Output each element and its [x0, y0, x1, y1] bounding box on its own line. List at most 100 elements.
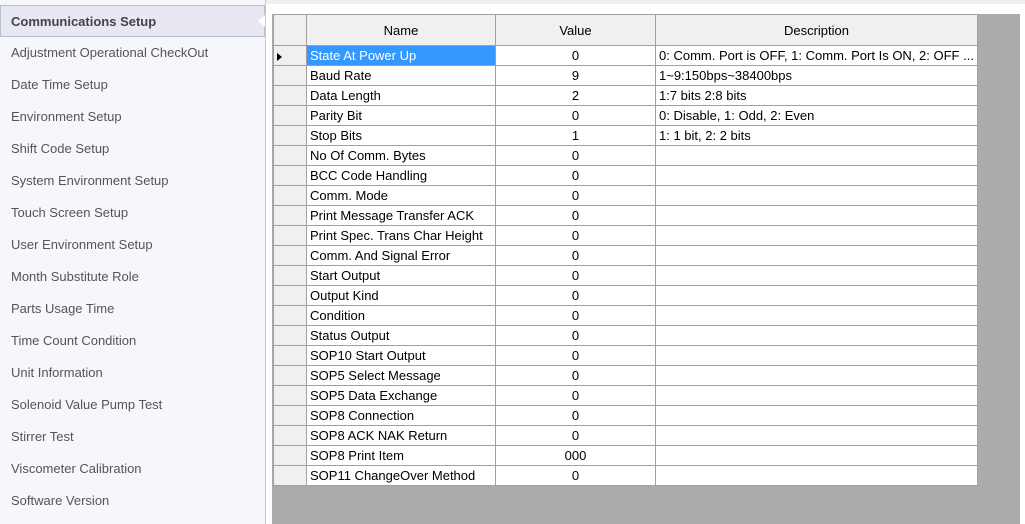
row-header[interactable]	[273, 185, 307, 206]
cell-value[interactable]: 2	[495, 85, 656, 106]
sidebar-item[interactable]: Adjustment Operational CheckOut	[0, 37, 265, 69]
row-header[interactable]	[273, 45, 307, 66]
cell-value[interactable]: 0	[495, 165, 656, 186]
sidebar-item[interactable]: Unit Information	[0, 357, 265, 389]
cell-description[interactable]	[655, 345, 978, 366]
table-row[interactable]: Baud Rate 9 1~9:150bps~38400bps	[273, 65, 978, 86]
cell-name[interactable]: Parity Bit	[306, 105, 496, 126]
table-row[interactable]: Comm. And Signal Error 0	[273, 245, 978, 266]
row-header[interactable]	[273, 245, 307, 266]
table-row[interactable]: Stop Bits 1 1: 1 bit, 2: 2 bits	[273, 125, 978, 146]
cell-name[interactable]: Comm. Mode	[306, 185, 496, 206]
column-header-value[interactable]: Value	[495, 14, 656, 46]
cell-description[interactable]	[655, 385, 978, 406]
sidebar-item[interactable]: Environment Setup	[0, 101, 265, 133]
sidebar-item[interactable]: Solenoid Value Pump Test	[0, 389, 265, 421]
table-row[interactable]: Condition 0	[273, 305, 978, 326]
row-header[interactable]	[273, 425, 307, 446]
cell-value[interactable]: 0	[495, 205, 656, 226]
cell-description[interactable]: 1: 1 bit, 2: 2 bits	[655, 125, 978, 146]
cell-name[interactable]: Stop Bits	[306, 125, 496, 146]
cell-description[interactable]	[655, 445, 978, 466]
cell-description[interactable]	[655, 145, 978, 166]
cell-name[interactable]: SOP8 Connection	[306, 405, 496, 426]
cell-name[interactable]: Condition	[306, 305, 496, 326]
cell-name[interactable]: SOP8 Print Item	[306, 445, 496, 466]
cell-name[interactable]: Output Kind	[306, 285, 496, 306]
cell-name[interactable]: Data Length	[306, 85, 496, 106]
row-header[interactable]	[273, 145, 307, 166]
cell-value[interactable]: 0	[495, 105, 656, 126]
cell-value[interactable]: 0	[495, 225, 656, 246]
row-header[interactable]	[273, 85, 307, 106]
row-header[interactable]	[273, 445, 307, 466]
row-header[interactable]	[273, 105, 307, 126]
cell-value[interactable]: 0	[495, 325, 656, 346]
table-row[interactable]: Start Output 0	[273, 265, 978, 286]
row-header[interactable]	[273, 265, 307, 286]
cell-name[interactable]: Start Output	[306, 265, 496, 286]
cell-description[interactable]	[655, 285, 978, 306]
cell-description[interactable]: 0: Comm. Port is OFF, 1: Comm. Port Is O…	[655, 45, 978, 66]
sidebar-item[interactable]: Parts Usage Time	[0, 293, 265, 325]
cell-value[interactable]: 0	[495, 465, 656, 486]
row-header[interactable]	[273, 225, 307, 246]
row-header[interactable]	[273, 65, 307, 86]
table-row[interactable]: SOP10 Start Output 0	[273, 345, 978, 366]
column-header-name[interactable]: Name	[306, 14, 496, 46]
row-header[interactable]	[273, 345, 307, 366]
row-header[interactable]	[273, 365, 307, 386]
cell-value[interactable]: 0	[495, 425, 656, 446]
table-row[interactable]: Print Spec. Trans Char Height 0	[273, 225, 978, 246]
sidebar-item[interactable]: User Environment Setup	[0, 229, 265, 261]
cell-description[interactable]	[655, 325, 978, 346]
table-row[interactable]: SOP5 Data Exchange 0	[273, 385, 978, 406]
row-header[interactable]	[273, 405, 307, 426]
sidebar-item[interactable]: Stirrer Test	[0, 421, 265, 453]
column-header-description[interactable]: Description	[655, 14, 978, 46]
cell-name[interactable]: State At Power Up	[306, 45, 496, 66]
table-row[interactable]: BCC Code Handling 0	[273, 165, 978, 186]
table-row[interactable]: SOP8 Connection 0	[273, 405, 978, 426]
cell-name[interactable]: SOP5 Select Message	[306, 365, 496, 386]
table-row[interactable]: Status Output 0	[273, 325, 978, 346]
cell-description[interactable]: 1~9:150bps~38400bps	[655, 65, 978, 86]
cell-name[interactable]: No Of Comm. Bytes	[306, 145, 496, 166]
cell-name[interactable]: SOP10 Start Output	[306, 345, 496, 366]
row-header[interactable]	[273, 125, 307, 146]
row-header[interactable]	[273, 325, 307, 346]
cell-name[interactable]: SOP5 Data Exchange	[306, 385, 496, 406]
row-header[interactable]	[273, 385, 307, 406]
table-row[interactable]: Print Message Transfer ACK 0	[273, 205, 978, 226]
table-row[interactable]: Data Length 2 1:7 bits 2:8 bits	[273, 85, 978, 106]
table-row[interactable]: SOP8 ACK NAK Return 0	[273, 425, 978, 446]
sidebar-item[interactable]: Touch Screen Setup	[0, 197, 265, 229]
cell-description[interactable]: 1:7 bits 2:8 bits	[655, 85, 978, 106]
sidebar-item[interactable]: Software Version	[0, 485, 265, 517]
table-row[interactable]: State At Power Up 0 0: Comm. Port is OFF…	[273, 45, 978, 66]
cell-name[interactable]: SOP8 ACK NAK Return	[306, 425, 496, 446]
cell-description[interactable]	[655, 405, 978, 426]
table-row[interactable]: SOP5 Select Message 0	[273, 365, 978, 386]
cell-value[interactable]: 9	[495, 65, 656, 86]
table-row[interactable]: Parity Bit 0 0: Disable, 1: Odd, 2: Even	[273, 105, 978, 126]
cell-value[interactable]: 0	[495, 405, 656, 426]
cell-value[interactable]: 0	[495, 245, 656, 266]
cell-description[interactable]	[655, 205, 978, 226]
sidebar-item[interactable]: Viscometer Calibration	[0, 453, 265, 485]
row-header[interactable]	[273, 165, 307, 186]
row-header[interactable]	[273, 205, 307, 226]
table-row[interactable]: No Of Comm. Bytes 0	[273, 145, 978, 166]
cell-description[interactable]	[655, 245, 978, 266]
cell-description[interactable]	[655, 465, 978, 486]
cell-description[interactable]	[655, 225, 978, 246]
corner-header[interactable]	[273, 14, 307, 46]
cell-value[interactable]: 0	[495, 145, 656, 166]
cell-value[interactable]: 000	[495, 445, 656, 466]
cell-value[interactable]: 0	[495, 185, 656, 206]
cell-value[interactable]: 0	[495, 345, 656, 366]
cell-value[interactable]: 0	[495, 45, 656, 66]
sidebar-item[interactable]: Communications Setup	[0, 5, 265, 37]
cell-description[interactable]	[655, 165, 978, 186]
table-row[interactable]: SOP8 Print Item 000	[273, 445, 978, 466]
